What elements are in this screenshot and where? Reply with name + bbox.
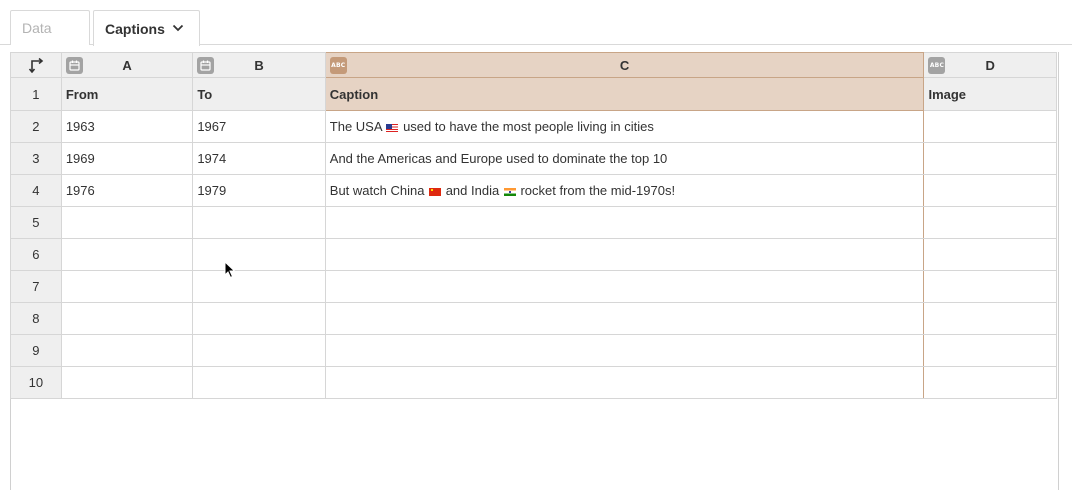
empty-cell[interactable]	[324, 238, 925, 271]
table-row: 8	[10, 302, 1057, 335]
table-row: 5	[10, 206, 1057, 239]
cell-from[interactable]: 1969	[60, 142, 194, 175]
china-flag-icon	[429, 188, 442, 196]
table-row: 4 1976 1979 But watch China and India ro…	[10, 174, 1057, 207]
transpose-corner-button[interactable]	[10, 52, 62, 78]
cell-to[interactable]: 1967	[192, 110, 326, 143]
data-table: A B ABC C ABC D 1 From To Caption Image …	[10, 52, 1057, 399]
cell-from[interactable]: 1976	[60, 174, 194, 207]
row-number[interactable]: 2	[10, 110, 62, 143]
sheet-tabs: Data Captions	[0, 0, 1072, 47]
caption-text: But watch China	[329, 183, 425, 198]
caption-text: and India	[445, 183, 500, 198]
table-row: 7	[10, 270, 1057, 303]
india-flag-icon	[503, 188, 516, 196]
row-number[interactable]: 7	[10, 270, 62, 303]
column-header-c[interactable]: ABC C	[324, 52, 925, 78]
row-number[interactable]: 3	[10, 142, 62, 175]
row-number[interactable]: 5	[10, 206, 62, 239]
cell-from[interactable]: 1963	[60, 110, 194, 143]
row-number[interactable]: 10	[10, 366, 62, 399]
empty-cell[interactable]	[60, 270, 194, 303]
empty-cell[interactable]	[923, 206, 1057, 239]
empty-cell[interactable]	[324, 206, 925, 239]
caption-text: The USA	[329, 119, 382, 134]
row-number[interactable]: 9	[10, 334, 62, 367]
calendar-icon[interactable]	[197, 57, 215, 74]
table-row: 2 1963 1967 The USA used to have the mos…	[10, 110, 1057, 143]
caption-text: rocket from the mid-1970s!	[520, 183, 676, 198]
cell-header-image[interactable]: Image	[923, 77, 1057, 111]
cell-caption[interactable]: And the Americas and Europe used to domi…	[324, 142, 925, 175]
caption-text: used to have the most people living in c…	[403, 119, 654, 134]
row-number[interactable]: 8	[10, 302, 62, 335]
chevron-down-icon[interactable]	[172, 22, 184, 34]
empty-cell[interactable]	[923, 302, 1057, 335]
empty-cell[interactable]	[60, 302, 194, 335]
column-letter: C	[619, 57, 630, 73]
tab-captions-label: Captions	[105, 20, 165, 37]
type-label: ABC	[929, 62, 945, 69]
empty-cell[interactable]	[324, 334, 925, 367]
row-number[interactable]: 6	[10, 238, 62, 271]
table-row: 1 From To Caption Image	[10, 77, 1057, 111]
empty-cell[interactable]	[192, 270, 326, 303]
empty-cell[interactable]	[192, 334, 326, 367]
cell-header-to[interactable]: To	[192, 77, 326, 111]
us-flag-icon	[386, 124, 399, 132]
row-number[interactable]: 4	[10, 174, 62, 207]
empty-cell[interactable]	[60, 334, 194, 367]
cell-to[interactable]: 1974	[192, 142, 326, 175]
empty-cell[interactable]	[324, 270, 925, 303]
empty-cell[interactable]	[923, 238, 1057, 271]
empty-cell[interactable]	[192, 366, 326, 399]
calendar-icon[interactable]	[65, 57, 83, 74]
empty-cell[interactable]	[192, 238, 326, 271]
cell-header-from[interactable]: From	[60, 77, 194, 111]
row-number[interactable]: 1	[10, 77, 62, 111]
empty-cell[interactable]	[60, 238, 194, 271]
caption-text: And the Americas and Europe used to domi…	[329, 151, 668, 166]
table-row: 6	[10, 238, 1057, 271]
table-row: 9	[10, 334, 1057, 367]
column-header-b[interactable]: B	[192, 52, 326, 78]
text-type-icon[interactable]: ABC	[928, 57, 946, 74]
cell-image[interactable]	[923, 142, 1057, 175]
empty-cell[interactable]	[192, 302, 326, 335]
empty-cell[interactable]	[192, 206, 326, 239]
column-header-a[interactable]: A	[60, 52, 194, 78]
cell-image[interactable]	[923, 110, 1057, 143]
empty-cell[interactable]	[324, 366, 925, 399]
empty-cell[interactable]	[923, 366, 1057, 399]
empty-cell[interactable]	[923, 334, 1057, 367]
cell-caption[interactable]: The USA used to have the most people liv…	[324, 110, 925, 143]
mouse-pointer-icon	[224, 261, 236, 279]
empty-cell[interactable]	[923, 270, 1057, 303]
spreadsheet-grid: A B ABC C ABC D 1 From To Caption Image …	[10, 52, 1059, 490]
table-row: 10	[10, 366, 1057, 399]
table-row: 3 1969 1974 And the Americas and Europe …	[10, 142, 1057, 175]
empty-cell[interactable]	[60, 366, 194, 399]
tab-captions[interactable]: Captions	[93, 10, 200, 47]
cell-caption[interactable]: But watch China and India rocket from th…	[324, 174, 925, 207]
column-header-d[interactable]: ABC D	[923, 52, 1057, 78]
empty-cell[interactable]	[324, 302, 925, 335]
transpose-icon	[28, 57, 44, 73]
tab-data[interactable]: Data	[10, 10, 90, 45]
cell-image[interactable]	[923, 174, 1057, 207]
type-label: ABC	[331, 62, 346, 69]
empty-cell[interactable]	[60, 206, 194, 239]
tab-data-label: Data	[22, 20, 52, 36]
text-type-icon[interactable]: ABC	[329, 57, 347, 74]
cell-to[interactable]: 1979	[192, 174, 326, 207]
cell-header-caption[interactable]: Caption	[324, 77, 925, 111]
